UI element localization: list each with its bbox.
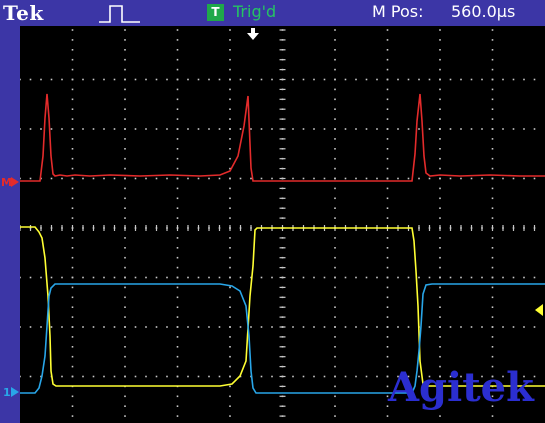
trigger-position-marker[interactable]	[247, 28, 259, 40]
math-channel-marker[interactable]: M	[1, 176, 19, 189]
left-arrow-icon	[535, 304, 543, 316]
watermark-logo: Agitek	[388, 364, 534, 411]
channel-1-marker[interactable]: 1	[3, 386, 19, 399]
horizontal-position-value: 560.0µs	[451, 2, 516, 21]
svg-text:1: 1	[3, 386, 11, 399]
trigger-status-icon: T	[207, 4, 224, 21]
down-arrow-icon	[247, 33, 259, 40]
status-bar: Tek T Trig'd M Pos: 560.0µs	[0, 0, 545, 26]
trigger-level-marker[interactable]	[535, 304, 543, 316]
channel-markers: M 1	[1, 176, 19, 399]
horizontal-position-label: M Pos:	[372, 2, 424, 21]
square-pulse-icon	[99, 5, 140, 23]
graticule-grid	[20, 29, 536, 417]
svg-text:M: M	[1, 176, 12, 189]
trigger-status: Trig'd	[233, 2, 277, 21]
